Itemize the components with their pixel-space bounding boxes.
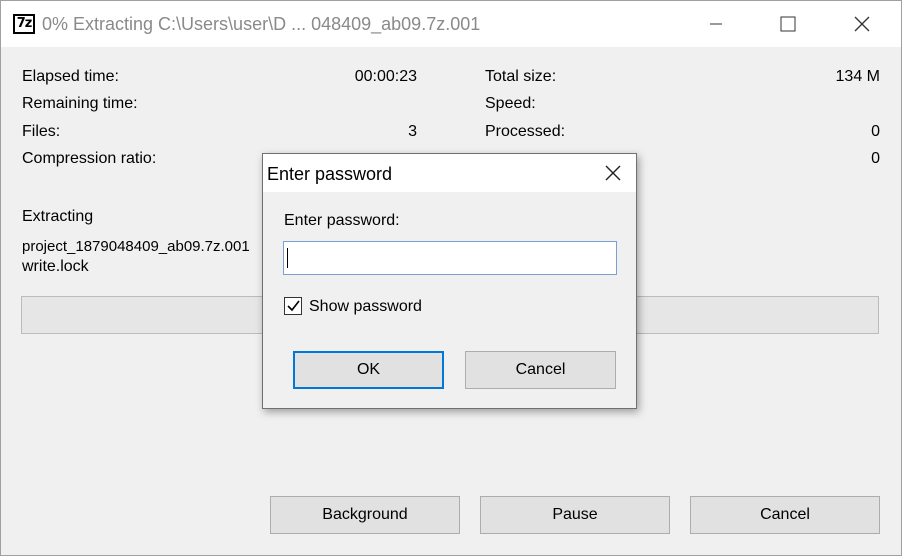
elapsed-time-label: Elapsed time: [22,68,119,85]
password-prompt-label: Enter password: [284,212,400,229]
title-bar[interactable]: 7z 0% Extracting C:\Users\user\D ... 048… [1,1,901,47]
dialog-close-button[interactable] [590,154,636,192]
extracting-label: Extracting [22,208,94,225]
close-icon [605,165,621,181]
password-input[interactable] [283,241,617,275]
7zip-app-icon: 7z [13,14,35,34]
files-value: 3 [408,123,417,140]
processed-value: 0 [871,123,880,140]
close-icon [854,16,870,32]
maximize-icon [780,16,796,32]
processed-label: Processed: [485,123,566,140]
checkmark-icon [287,300,300,312]
total-size-label: Total size: [485,68,557,85]
dialog-title: Enter password [267,164,393,184]
close-button[interactable] [827,1,897,47]
dialog-cancel-button[interactable]: Cancel [465,351,616,389]
files-label: Files: [22,123,61,140]
dialog-title-bar[interactable]: Enter password [263,154,636,192]
total-size-value: 134 M [835,68,880,85]
cancel-button[interactable]: Cancel [690,496,880,534]
background-button[interactable]: Background [270,496,460,534]
current-file-name: write.lock [22,258,89,275]
pause-button[interactable]: Pause [480,496,670,534]
remaining-time-label: Remaining time: [22,95,138,112]
password-dialog: Enter password Enter password: Show pass… [262,153,637,409]
compressed-size-value: 0 [871,150,880,167]
show-password-checkbox[interactable] [284,297,302,315]
compression-ratio-label: Compression ratio: [22,150,157,167]
window-title: 0% Extracting C:\Users\user\D ... 048409… [42,14,481,34]
minimize-icon [710,23,722,25]
maximize-button[interactable] [753,1,823,47]
show-password-label[interactable]: Show password [309,298,422,316]
text-caret [287,248,288,268]
archive-name: project_1879048409_ab09.7z.001 [22,238,250,255]
minimize-button[interactable] [681,1,751,47]
speed-label: Speed: [485,95,536,112]
elapsed-time-value: 00:00:23 [354,68,417,85]
ok-button[interactable]: OK [293,351,444,389]
